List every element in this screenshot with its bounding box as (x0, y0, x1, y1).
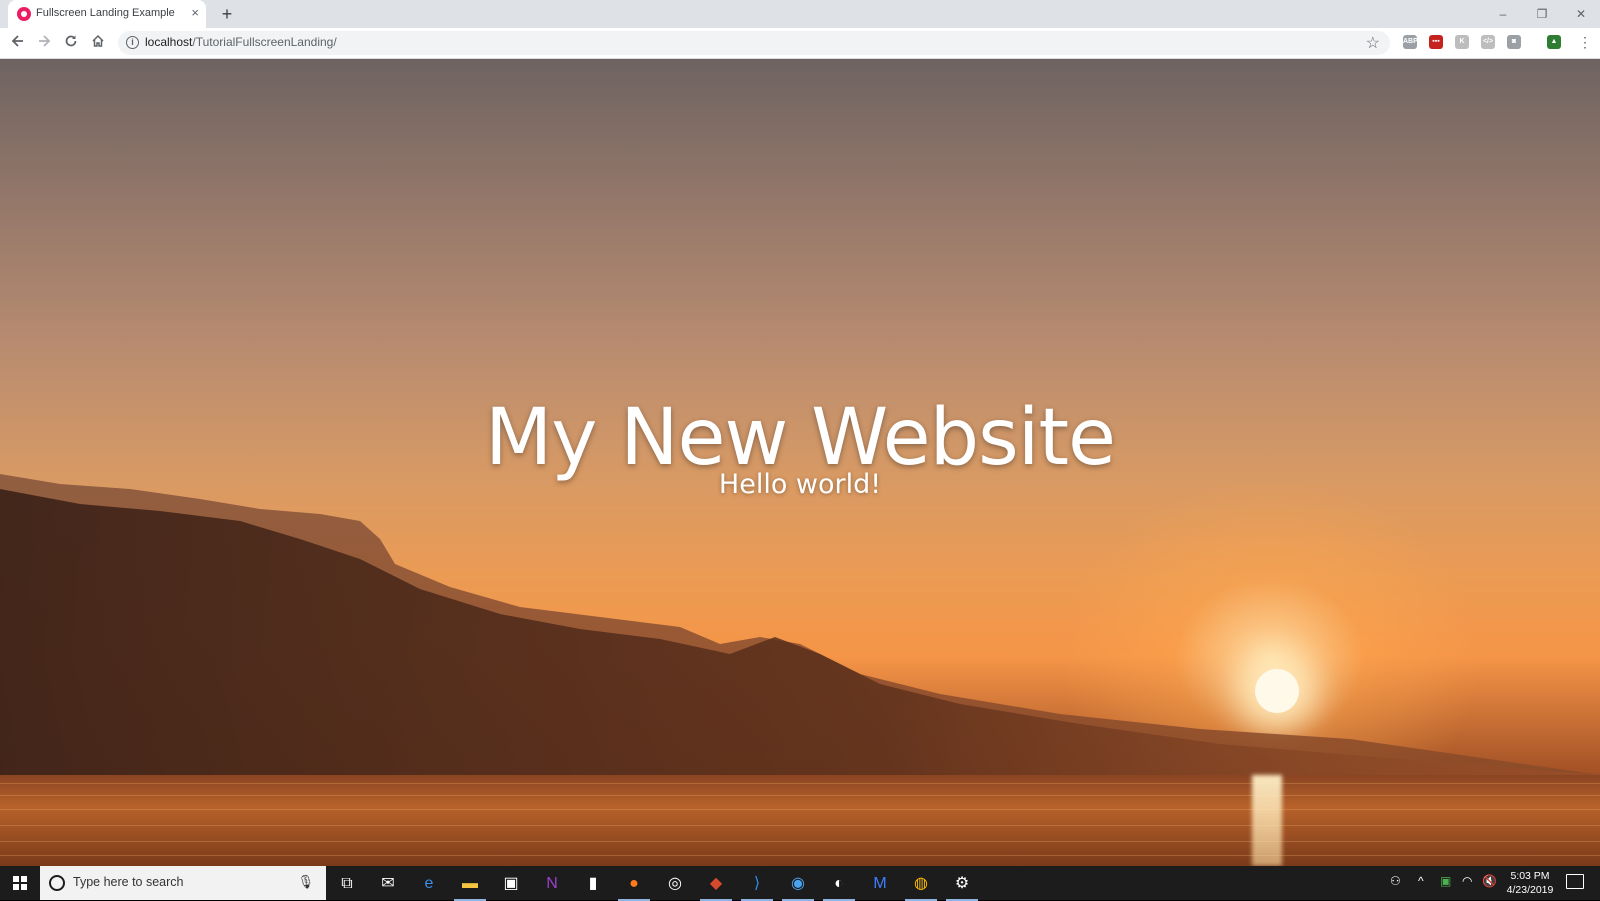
forward-icon[interactable] (34, 34, 54, 52)
tab-title: Fullscreen Landing Example (36, 7, 175, 19)
ext-green-icon[interactable]: ▲ (1547, 35, 1561, 49)
url-host: localhost (145, 35, 193, 49)
page-subtitle: Hello world! (718, 469, 882, 500)
browser-toolbar: i localhost/TutorialFullscreenLanding/ ☆… (0, 28, 1600, 59)
windows-logo-icon (13, 876, 27, 890)
twitch-icon[interactable]: ▮ (573, 870, 613, 900)
vscode-icon[interactable]: ⟩ (737, 870, 777, 901)
window-close-button[interactable]: ✕ (1569, 5, 1593, 23)
chevron-up-icon[interactable]: ^ (1418, 874, 1424, 888)
network-icon[interactable]: ◠ (1462, 874, 1472, 888)
file-explorer-icon[interactable]: ▬ (450, 870, 490, 901)
clock-date: 4/23/2019 (1506, 884, 1554, 896)
mail-icon[interactable]: ✉ (368, 870, 408, 900)
taskbar: Type here to search 🎙 ⧉ ✉ e ▬ ▣ N ▮ ● ◎ ◆ ⟩ ◉ ◐ M ◍ ⚙ ⚇… (0, 866, 1600, 901)
taskbar-search-box[interactable]: Type here to search 🎙 (40, 866, 326, 900)
system-clock[interactable]: 5:03 PM 4/23/2019 (1500, 869, 1560, 897)
url-path: /TutorialFullscreenLanding/ (192, 35, 337, 49)
sun-reflection (1252, 775, 1282, 866)
close-tab-button[interactable]: × (191, 5, 199, 21)
new-tab-button[interactable]: + (216, 3, 238, 25)
edge-icon[interactable]: e (409, 870, 449, 900)
volume-muted-icon[interactable]: 🔇 (1482, 874, 1497, 888)
tray-app-icon[interactable]: ▣ (1440, 874, 1451, 888)
maximize-button[interactable]: ❐ (1530, 5, 1554, 23)
obs-icon[interactable]: ◎ (655, 870, 695, 900)
chat-icon[interactable]: ◉ (778, 870, 818, 901)
search-placeholder: Type here to search (73, 875, 184, 889)
minimize-button[interactable]: – (1491, 5, 1515, 23)
people-icon[interactable]: ⚇ (1390, 874, 1401, 888)
camera-icon[interactable]: ◙ (1507, 35, 1521, 49)
ext-red-icon[interactable]: ▪▪▪ (1429, 35, 1443, 49)
ext-code-icon[interactable]: </> (1481, 35, 1495, 49)
hero-section: My New Website Hello world! (0, 59, 1600, 866)
firefox-icon[interactable]: ● (614, 870, 654, 901)
kebab-menu-icon[interactable]: ⋮ (1578, 34, 1592, 51)
back-icon[interactable] (8, 34, 28, 52)
microphone-icon[interactable]: 🎙 (297, 874, 314, 890)
tab-strip: Fullscreen Landing Example × + – ❐ ✕ (0, 0, 1600, 28)
browser-tab[interactable]: Fullscreen Landing Example × (8, 0, 206, 28)
bookmark-star-icon[interactable]: ☆ (1366, 33, 1380, 53)
home-icon[interactable] (88, 34, 108, 52)
chrome-icon[interactable]: ◍ (901, 870, 941, 901)
abp-icon[interactable]: ABP (1403, 35, 1418, 49)
app-icon[interactable]: ◆ (696, 870, 736, 901)
task-view-icon[interactable]: ⧉ (327, 870, 367, 900)
reload-icon[interactable] (61, 34, 81, 52)
malwarebytes-icon[interactable]: M (860, 870, 900, 900)
address-bar[interactable]: i localhost/TutorialFullscreenLanding/ ☆ (118, 31, 1390, 55)
ext-gray-icon[interactable]: K (1455, 35, 1469, 49)
clock-time: 5:03 PM (1510, 870, 1550, 882)
start-button[interactable] (0, 866, 40, 900)
cortana-icon (49, 875, 65, 891)
lake-water (0, 775, 1600, 866)
onenote-icon[interactable]: N (532, 870, 572, 900)
favicon-icon (17, 7, 31, 21)
info-icon[interactable]: i (126, 36, 139, 49)
settings-icon[interactable]: ⚙ (942, 870, 982, 901)
action-center-icon[interactable] (1566, 874, 1584, 889)
store-icon[interactable]: ▣ (491, 870, 531, 900)
steam-icon[interactable]: ◐ (819, 870, 859, 901)
